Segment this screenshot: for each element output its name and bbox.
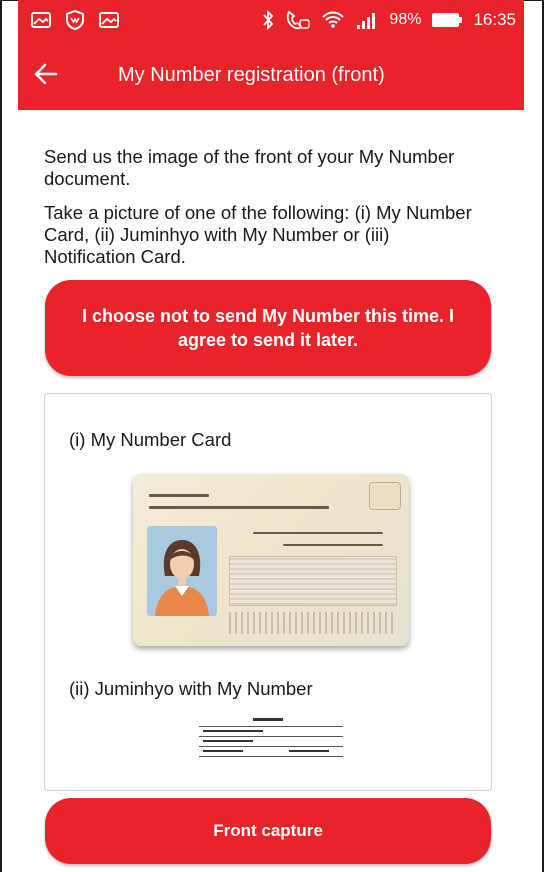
card-text-line bbox=[283, 544, 383, 546]
app-screen: 98% 16:35 My Number registration (front)… bbox=[18, 0, 524, 872]
app-bar: My Number registration (front) bbox=[18, 40, 524, 110]
jumin-text bbox=[203, 750, 243, 752]
jumin-rule bbox=[199, 736, 343, 737]
image-icon bbox=[31, 12, 51, 28]
back-button[interactable] bbox=[32, 60, 72, 92]
card-text-line bbox=[149, 494, 209, 497]
document-examples-panel: (i) My Number Card (ii) Juminhyo with My… bbox=[44, 393, 492, 791]
jumin-title-text bbox=[253, 718, 283, 721]
frame-left bbox=[0, 0, 2, 872]
card-text-line bbox=[149, 506, 329, 509]
intro-line-2: Take a picture of one of the following: … bbox=[44, 202, 472, 267]
status-bar: 98% 16:35 bbox=[18, 0, 524, 40]
jumin-label: (ii) Juminhyo with My Number bbox=[69, 678, 313, 699]
jumin-rule bbox=[199, 726, 343, 727]
arrow-left-icon bbox=[34, 63, 58, 85]
card-text-line bbox=[253, 532, 383, 534]
bluetooth-icon bbox=[263, 9, 274, 31]
my-number-card-image bbox=[133, 474, 409, 646]
card-footer-text bbox=[229, 612, 395, 634]
jumin-rule bbox=[199, 756, 343, 757]
jumin-text bbox=[289, 750, 329, 752]
status-left-icons bbox=[30, 9, 120, 31]
signal-icon bbox=[357, 13, 376, 29]
battery-percent: 98% bbox=[389, 11, 422, 28]
juminhyo-image bbox=[199, 714, 343, 758]
card-photo bbox=[147, 526, 217, 616]
shield-icon bbox=[66, 9, 84, 31]
page-title: My Number registration (front) bbox=[118, 64, 385, 86]
wifi-icon bbox=[322, 11, 345, 28]
card-text-area bbox=[229, 556, 397, 606]
jumin-rule bbox=[199, 746, 343, 747]
status-right-icons: 98% 16:35 bbox=[261, 9, 516, 31]
skip-send-later-button[interactable]: I choose not to send My Number this time… bbox=[45, 280, 491, 376]
battery-icon bbox=[432, 13, 463, 27]
image-icon bbox=[99, 12, 119, 28]
intro-line-1: Send us the image of the front of your M… bbox=[44, 146, 455, 189]
card-label: (i) My Number Card bbox=[69, 429, 232, 450]
intro-text: Send us the image of the front of your M… bbox=[44, 146, 484, 280]
jumin-text bbox=[203, 740, 253, 742]
status-time: 16:35 bbox=[473, 10, 516, 29]
front-capture-button[interactable]: Front capture bbox=[45, 798, 491, 864]
person-portrait-icon bbox=[155, 540, 209, 616]
call-icon bbox=[287, 10, 311, 30]
card-seal bbox=[369, 482, 401, 510]
jumin-text bbox=[203, 730, 263, 732]
